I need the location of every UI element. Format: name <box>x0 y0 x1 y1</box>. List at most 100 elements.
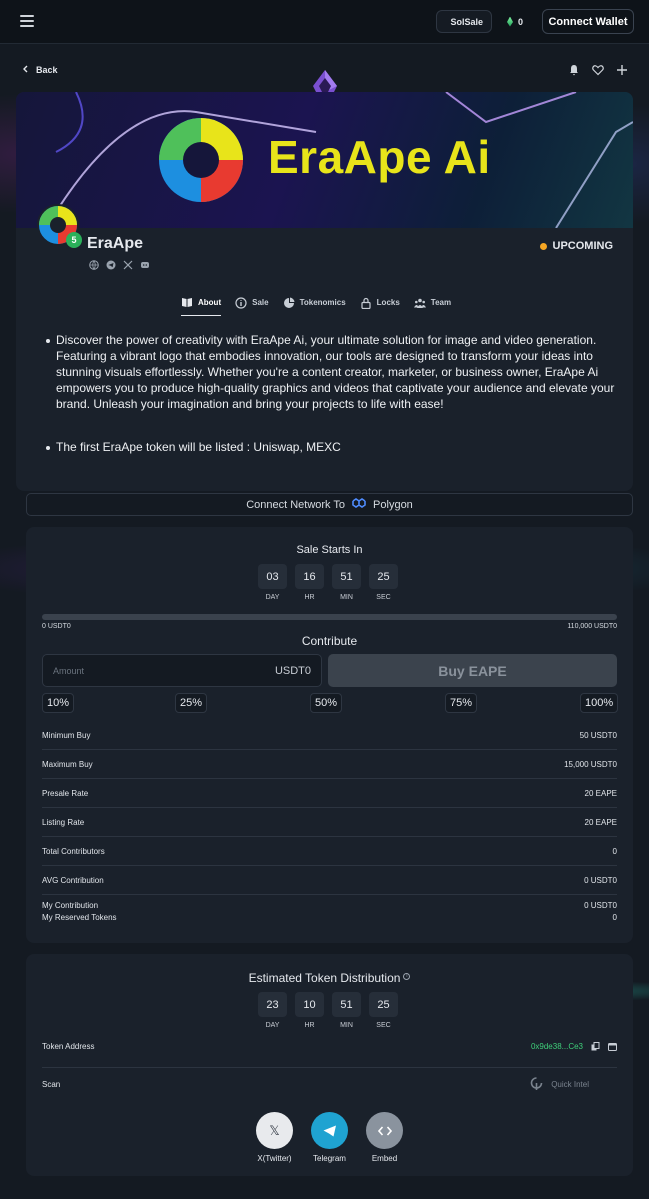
connect-wallet-button[interactable]: Connect Wallet <box>542 9 634 34</box>
about-section: Discover the power of creativity with Er… <box>46 332 616 482</box>
detail-label: Presale Rate <box>42 788 89 798</box>
detail-row: Presale Rate 20 EAPE <box>42 779 617 808</box>
book-icon <box>182 298 192 307</box>
balance-count: 0 <box>518 16 524 27</box>
sale-card: Sale Starts In 03 DAY 16 HR 51 MIN 25 SEC 0 … <box>26 527 633 943</box>
countdown-days: 03 DAY <box>258 564 287 601</box>
detail-row: Total Contributors 0 <box>42 837 617 866</box>
distribution-title: Estimated Token Distribution i <box>26 971 633 985</box>
tab-about[interactable]: About <box>181 296 222 316</box>
buy-button[interactable]: Buy EAPE <box>328 654 617 687</box>
quick-intel-link[interactable]: Quick Intel <box>530 1077 589 1091</box>
countdown-label: DAY <box>265 1022 280 1029</box>
amount-unit: USDT0 <box>274 664 311 677</box>
my-contribution-label: My Contribution <box>42 900 99 910</box>
percent-100-button[interactable]: 100% <box>580 693 619 713</box>
share-telegram-button[interactable]: Telegram <box>311 1112 348 1163</box>
percent-50-button[interactable]: 50% <box>310 693 343 713</box>
x-icon: 𝕏 <box>256 1112 293 1149</box>
tab-about-label: About <box>198 297 222 307</box>
detail-row: AVG Contribution 0 USDT0 <box>42 866 617 895</box>
scan-row: Scan Quick Intel <box>42 1077 617 1091</box>
countdown-value: 25 <box>369 564 398 589</box>
percent-75-button[interactable]: 75% <box>445 693 478 713</box>
scan-label: Scan <box>42 1079 61 1089</box>
countdown-seconds: 25 SEC <box>369 992 398 1029</box>
detail-label: Minimum Buy <box>42 730 91 740</box>
my-contribution-value: 0 USDT0 <box>584 900 617 910</box>
countdown-minutes: 51 MIN <box>332 992 361 1029</box>
tab-sale[interactable]: Sale <box>235 296 269 316</box>
detail-row: Minimum Buy 50 USDT0 <box>42 721 617 750</box>
distribution-title-text: Estimated Token Distribution <box>248 971 401 985</box>
sale-countdown-title: Sale Starts In <box>296 544 363 556</box>
countdown-value: 25 <box>369 992 398 1017</box>
countdown-value: 51 <box>332 992 361 1017</box>
progress-max: 110,000 USDT0 <box>567 623 617 630</box>
copy-icon[interactable] <box>591 1042 600 1051</box>
heart-icon[interactable] <box>591 63 605 77</box>
my-reserved-label: My Reserved Tokens <box>42 912 117 922</box>
my-reserved-value: 0 <box>612 912 617 922</box>
status-dot-icon <box>539 242 547 250</box>
project-card: EraApe Ai 5 EraApe UPCOMING About Sale T… <box>16 92 633 491</box>
countdown-label: SEC <box>376 1022 391 1029</box>
social-links <box>88 259 150 270</box>
countdown-label: DAY <box>265 594 280 601</box>
project-banner: EraApe Ai <box>16 92 633 228</box>
sale-countdown: 03 DAY 16 HR 51 MIN 25 SEC <box>258 564 398 601</box>
detail-value: 20 EAPE <box>584 788 617 798</box>
polygon-icon <box>352 498 366 511</box>
countdown-label: HR <box>304 1022 315 1029</box>
detail-label: Total Contributors <box>42 846 105 856</box>
globe-icon[interactable] <box>88 259 99 270</box>
token-address-row: Token Address 0x9de38...Ce3 <box>42 1042 617 1068</box>
sale-details: Minimum Buy 50 USDT0 Maximum Buy 15,000 US… <box>42 721 617 927</box>
share-embed-button[interactable]: Embed <box>366 1112 403 1163</box>
percent-25-button[interactable]: 25% <box>175 693 208 713</box>
detail-label: Maximum Buy <box>42 759 93 769</box>
detail-value: 15,000 USDT0 <box>564 759 617 769</box>
token-address-label: Token Address <box>42 1042 95 1051</box>
share-twitter-button[interactable]: 𝕏 X(Twitter) <box>256 1112 293 1163</box>
discord-icon[interactable] <box>139 259 150 270</box>
network-selector[interactable]: SolSale <box>436 10 492 33</box>
countdown-value: 51 <box>332 564 361 589</box>
back-label: Back <box>36 65 58 75</box>
tab-team[interactable]: Team <box>413 296 451 316</box>
countdown-value: 23 <box>258 992 287 1017</box>
tab-tokenomics-label: Tokenomics <box>299 298 346 307</box>
distribution-countdown: 23 DAY 10 HR 51 MIN 25 SEC <box>258 992 398 1029</box>
countdown-value: 10 <box>295 992 324 1017</box>
avatar-badge: 5 <box>66 232 82 248</box>
token-icon <box>507 16 513 27</box>
tab-tokenomics[interactable]: Tokenomics <box>283 296 346 316</box>
project-tabs: About Sale Tokenomics Locks Team <box>181 296 451 316</box>
code-icon <box>366 1112 403 1149</box>
tab-locks[interactable]: Locks <box>360 296 400 316</box>
team-icon <box>413 298 426 308</box>
back-link[interactable]: Back <box>22 65 58 75</box>
countdown-days: 23 DAY <box>258 992 287 1029</box>
connect-network-button[interactable]: Connect Network To Polygon <box>26 493 633 516</box>
telegram-icon[interactable] <box>105 259 116 270</box>
plus-icon[interactable] <box>615 63 629 77</box>
about-paragraph: Discover the power of creativity with Er… <box>46 332 616 412</box>
bell-icon[interactable] <box>567 63 581 77</box>
detail-label: AVG Contribution <box>42 875 104 885</box>
hamburger-icon[interactable] <box>20 15 34 27</box>
x-icon[interactable] <box>122 259 133 270</box>
token-address-value[interactable]: 0x9de38...Ce3 <box>531 1042 583 1051</box>
detail-row: Listing Rate 20 EAPE <box>42 808 617 837</box>
balance-indicator[interactable]: 0 <box>501 10 534 33</box>
info-icon[interactable]: i <box>403 972 411 980</box>
amount-input[interactable] <box>53 665 203 676</box>
project-name: EraApe <box>87 235 144 252</box>
network-name: Polygon <box>373 498 413 511</box>
status-label: UPCOMING <box>552 240 614 252</box>
calendar-icon[interactable] <box>608 1042 617 1051</box>
countdown-label: MIN <box>340 594 353 601</box>
sale-progress-bar <box>42 614 617 620</box>
percent-10-button[interactable]: 10% <box>42 693 75 713</box>
status-badge: UPCOMING <box>539 240 614 252</box>
